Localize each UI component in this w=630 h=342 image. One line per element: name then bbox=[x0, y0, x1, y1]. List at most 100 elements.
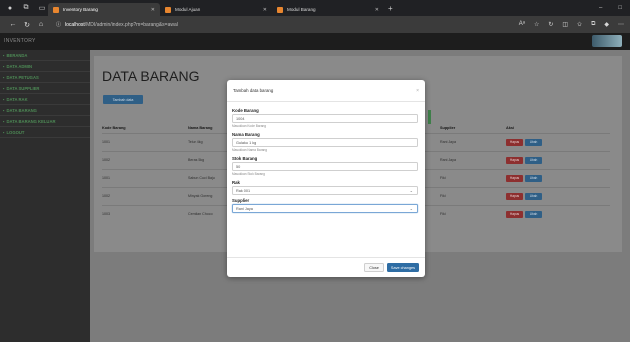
supplier-select[interactable]: Rani Jaya ⌄ bbox=[232, 204, 418, 213]
sidebar-item-data-petugas[interactable]: ▪ DATA PETUGAS bbox=[0, 72, 90, 83]
extension-icon[interactable]: ◆ bbox=[604, 21, 609, 28]
url-host: localhost bbox=[65, 21, 85, 28]
browser-tab-bar: ● ⧉ ▭ Inventory Barang ✕ Modul Ajuan ✕ M… bbox=[0, 0, 630, 16]
truck-icon: ▪ bbox=[3, 85, 5, 91]
more-menu-icon[interactable]: ⋯ bbox=[618, 21, 624, 28]
app-top-navbar: INVENTORY bbox=[0, 33, 630, 50]
collections-icon[interactable]: ⧉ bbox=[591, 21, 595, 28]
browser-tab-modul-barang[interactable]: Modul Barang ✕ bbox=[272, 3, 384, 16]
rak-select[interactable]: Rak 001 ⌄ bbox=[232, 186, 418, 195]
cell-kode: 1003 bbox=[102, 204, 188, 223]
url-field[interactable]: ⓘ localhost/MDI/admin/index.php?m=barang… bbox=[56, 21, 178, 29]
edit-button[interactable]: Ubah bbox=[525, 192, 542, 200]
cell-supplier: Fiki bbox=[440, 186, 506, 205]
sidebar-item-data-supplier[interactable]: ▪ DATA SUPPLIER bbox=[0, 83, 90, 94]
sidebar-item-logout[interactable]: ▪ LOGOUT bbox=[0, 127, 90, 138]
refresh-extension-icon[interactable]: ↻ bbox=[548, 21, 553, 28]
edit-button[interactable]: Ubah bbox=[525, 174, 542, 182]
home-icon: ▪ bbox=[3, 52, 5, 58]
user-avatar[interactable] bbox=[592, 35, 622, 47]
delete-button[interactable]: Hapus bbox=[506, 174, 523, 182]
tab-close-icon[interactable]: ✕ bbox=[375, 7, 379, 13]
chevron-down-icon: ⌄ bbox=[409, 206, 413, 211]
delete-button[interactable]: Hapus bbox=[506, 192, 523, 200]
minimize-icon[interactable]: – bbox=[599, 5, 602, 11]
users-icon: ▪ bbox=[3, 74, 5, 80]
supplier-selected-value: Rani Jaya bbox=[236, 206, 253, 211]
col-supplier[interactable]: Supplier bbox=[440, 124, 506, 133]
close-button[interactable]: Close bbox=[364, 263, 384, 272]
edit-button[interactable]: Ubah bbox=[525, 210, 542, 218]
cell-aksi: Hapus Ubah bbox=[506, 150, 610, 169]
sidebar-item-data-rak[interactable]: ▪ DATA RAK bbox=[0, 94, 90, 105]
tab-label: Modul Ajuan bbox=[175, 7, 201, 12]
workspaces-icon[interactable]: ⧉ bbox=[20, 2, 32, 14]
cell-aksi: Hapus Ubah bbox=[506, 204, 610, 223]
rak-selected-value: Rak 001 bbox=[236, 188, 251, 193]
tab-favicon-icon bbox=[277, 6, 283, 13]
tab-actions-icon[interactable]: ▭ bbox=[36, 2, 48, 14]
nama-barang-input[interactable]: Gulaku 1 kg bbox=[232, 138, 418, 147]
maximize-icon[interactable]: □ bbox=[618, 5, 622, 11]
modal-title: Tambah data barang bbox=[233, 88, 274, 93]
alert-strip bbox=[428, 110, 431, 124]
stok-barang-help: Masukkan Stok Barang bbox=[232, 172, 265, 176]
delete-button[interactable]: Hapus bbox=[506, 210, 523, 218]
site-info-icon[interactable]: ⓘ bbox=[56, 21, 61, 28]
browser-toolbar: Aᵃ ☆ ↻ ◫ ✩ ⧉ ◆ ⋯ bbox=[519, 21, 624, 28]
edit-button[interactable]: Ubah bbox=[525, 156, 542, 164]
sidebar-item-data-admin[interactable]: ▪ DATA ADMIN bbox=[0, 61, 90, 72]
home-icon[interactable]: ⌂ bbox=[34, 21, 48, 28]
url-path: /MDI/admin/index.php?m=barang&s=awal bbox=[84, 21, 178, 28]
delete-button[interactable]: Hapus bbox=[506, 156, 523, 164]
read-aloud-icon[interactable]: Aᵃ bbox=[519, 21, 525, 28]
add-data-button[interactable]: Tambah data bbox=[103, 95, 143, 104]
tab-favicon-icon bbox=[165, 6, 171, 13]
shelf-icon: ▪ bbox=[3, 96, 5, 102]
sidebar-item-beranda[interactable]: ▪ BERANDA bbox=[0, 50, 90, 61]
cell-kode: 1002 bbox=[102, 150, 188, 169]
kode-barang-input[interactable]: 1004 bbox=[232, 114, 418, 123]
sidebar-item-data-barang-keluar[interactable]: ▪ DATA BARANG KELUAR bbox=[0, 116, 90, 127]
browser-profile-icon[interactable]: ● bbox=[4, 2, 16, 14]
favorite-star-icon[interactable]: ☆ bbox=[534, 21, 539, 28]
kode-barang-help: Masukkan Kode Barang bbox=[232, 124, 267, 128]
cell-aksi: Hapus Ubah bbox=[506, 168, 610, 187]
modal-header: Tambah data barang × bbox=[227, 80, 425, 102]
cell-kode: 1001 bbox=[102, 168, 188, 187]
cell-supplier: Rani Jaya bbox=[440, 150, 506, 169]
save-changes-button[interactable]: Save changes bbox=[386, 263, 419, 272]
edit-button[interactable]: Ubah bbox=[525, 138, 542, 146]
cell-kode: 1002 bbox=[102, 186, 188, 205]
web-page: INVENTORY ▪ BERANDA ▪ DATA ADMIN ▪ DATA PET… bbox=[0, 33, 630, 342]
back-icon[interactable]: ← bbox=[6, 21, 20, 28]
chevron-down-icon: ⌄ bbox=[409, 188, 413, 193]
logout-icon: ▪ bbox=[3, 129, 5, 135]
tab-label: Modul Barang bbox=[287, 7, 316, 12]
tab-close-icon[interactable]: ✕ bbox=[263, 7, 267, 13]
cell-supplier: Fiki bbox=[440, 168, 506, 187]
sidebar-item-data-barang[interactable]: ▪ DATA BARANG bbox=[0, 105, 90, 116]
col-aksi: Aksi bbox=[506, 126, 515, 131]
add-barang-modal: Tambah data barang × Kode Barang 1004 Ma… bbox=[227, 80, 425, 277]
modal-body: Kode Barang 1004 Masukkan Kode Barang Na… bbox=[227, 102, 425, 213]
page-title: DATA BARANG bbox=[102, 68, 200, 84]
app-brand[interactable]: INVENTORY bbox=[4, 38, 36, 44]
close-icon[interactable]: × bbox=[416, 88, 419, 94]
browser-tab-inventory[interactable]: Inventory Barang ✕ bbox=[48, 3, 160, 16]
new-tab-icon[interactable]: + bbox=[388, 4, 393, 13]
browser-tab-modul-ajuan[interactable]: Modul Ajuan ✕ bbox=[160, 3, 272, 16]
modal-footer: Close Save changes bbox=[227, 257, 425, 277]
tab-close-icon[interactable]: ✕ bbox=[151, 7, 155, 13]
tab-favicon-icon bbox=[53, 6, 59, 13]
delete-button[interactable]: Hapus bbox=[506, 138, 523, 146]
user-icon: ▪ bbox=[3, 63, 5, 69]
reload-icon[interactable]: ↻ bbox=[20, 21, 34, 29]
tab-label: Inventory Barang bbox=[63, 7, 98, 12]
window-controls: – □ bbox=[599, 5, 630, 11]
split-screen-icon[interactable]: ◫ bbox=[562, 21, 568, 28]
col-kode-barang[interactable]: Kode Barang bbox=[102, 124, 188, 133]
favorites-icon[interactable]: ✩ bbox=[577, 21, 582, 28]
nama-barang-help: Masukkan Nama Barang bbox=[232, 148, 268, 152]
stok-barang-input[interactable]: 50 bbox=[232, 162, 418, 171]
